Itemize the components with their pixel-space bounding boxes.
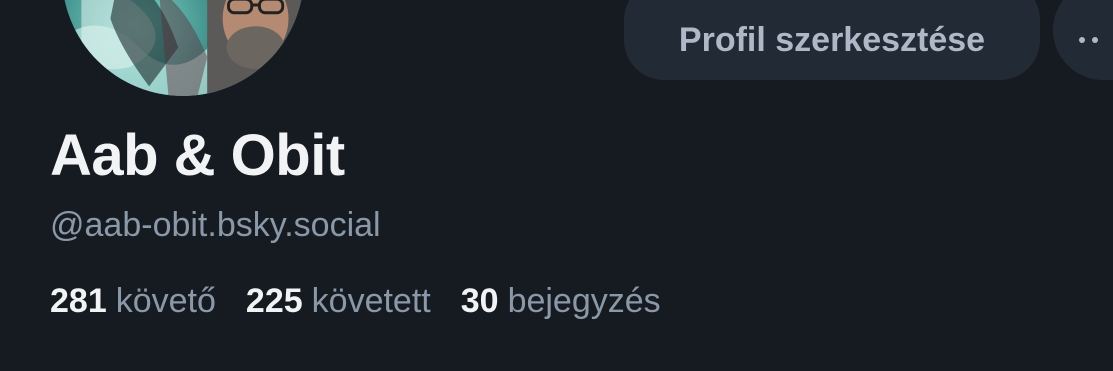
followers-stat[interactable]: 281 követő [50,282,216,321]
posts-count: 30 [460,282,499,320]
profile-stats: 281 követő 225 követett 30 bejegyzés [50,282,691,321]
posts-stat[interactable]: 30 bejegyzés [461,282,661,321]
more-options-button[interactable] [1053,0,1113,80]
following-label: követett [311,282,431,320]
followers-label: követő [115,282,216,320]
edit-profile-label: Profil szerkesztése [678,20,986,59]
followers-count: 281 [50,282,107,320]
avatar-image [62,0,304,96]
ellipsis-icon [1078,37,1098,43]
display-name: Aab & Obit [50,123,345,188]
posts-label: bejegyzés [507,282,661,320]
following-stat[interactable]: 225 követett [246,282,431,321]
edit-profile-button[interactable]: Profil szerkesztése [624,0,1040,80]
avatar[interactable] [58,0,308,100]
profile-handle: @aab-obit.bsky.social [50,206,381,244]
following-count: 225 [245,282,303,320]
